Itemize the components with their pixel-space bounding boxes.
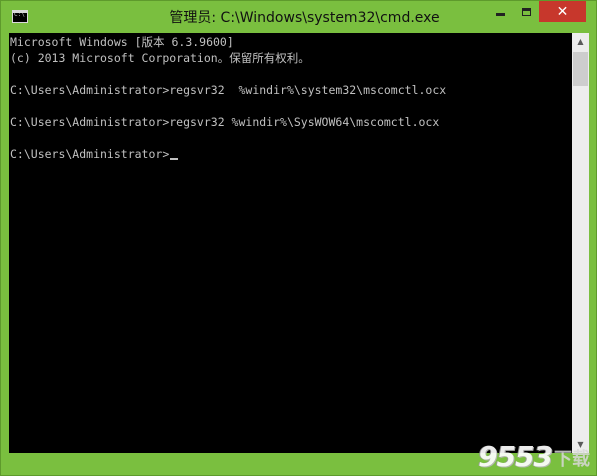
console-line-command-1: C:\Users\Administrator>regsvr32 %windir%… (10, 83, 447, 97)
console-line-copyright: (c) 2013 Microsoft Corporation。保留所有权利。 (10, 51, 310, 65)
cmd-window: C:\ 管理员: C:\Windows\system32\cmd.exe ✕ M… (0, 0, 597, 476)
watermark-logo: 9553 下载 (478, 443, 590, 471)
scroll-thumb[interactable] (573, 52, 588, 86)
console-prompt: C:\Users\Administrator> (10, 147, 170, 161)
text-cursor (170, 158, 179, 160)
console-line-version: Microsoft Windows [版本 6.3.9600] (10, 35, 234, 49)
watermark-number: 9553 (478, 440, 553, 473)
title-bar[interactable]: C:\ 管理员: C:\Windows\system32\cmd.exe ✕ (1, 1, 597, 33)
close-icon: ✕ (556, 3, 569, 20)
maximize-button[interactable] (513, 1, 539, 22)
minimize-button[interactable] (487, 1, 513, 22)
close-button[interactable]: ✕ (539, 1, 586, 22)
maximize-icon (521, 7, 531, 16)
console-prompt-line: C:\Users\Administrator> (10, 146, 179, 162)
watermark-text: 下载 (554, 449, 590, 470)
console-line-command-2: C:\Users\Administrator>regsvr32 %windir%… (10, 115, 440, 129)
scroll-up-arrow-icon[interactable]: ▲ (572, 33, 589, 50)
vertical-scrollbar[interactable]: ▲ ▼ (572, 33, 589, 453)
console-output[interactable]: Microsoft Windows [版本 6.3.9600] (c) 2013… (9, 33, 572, 453)
minimize-icon (495, 13, 505, 16)
